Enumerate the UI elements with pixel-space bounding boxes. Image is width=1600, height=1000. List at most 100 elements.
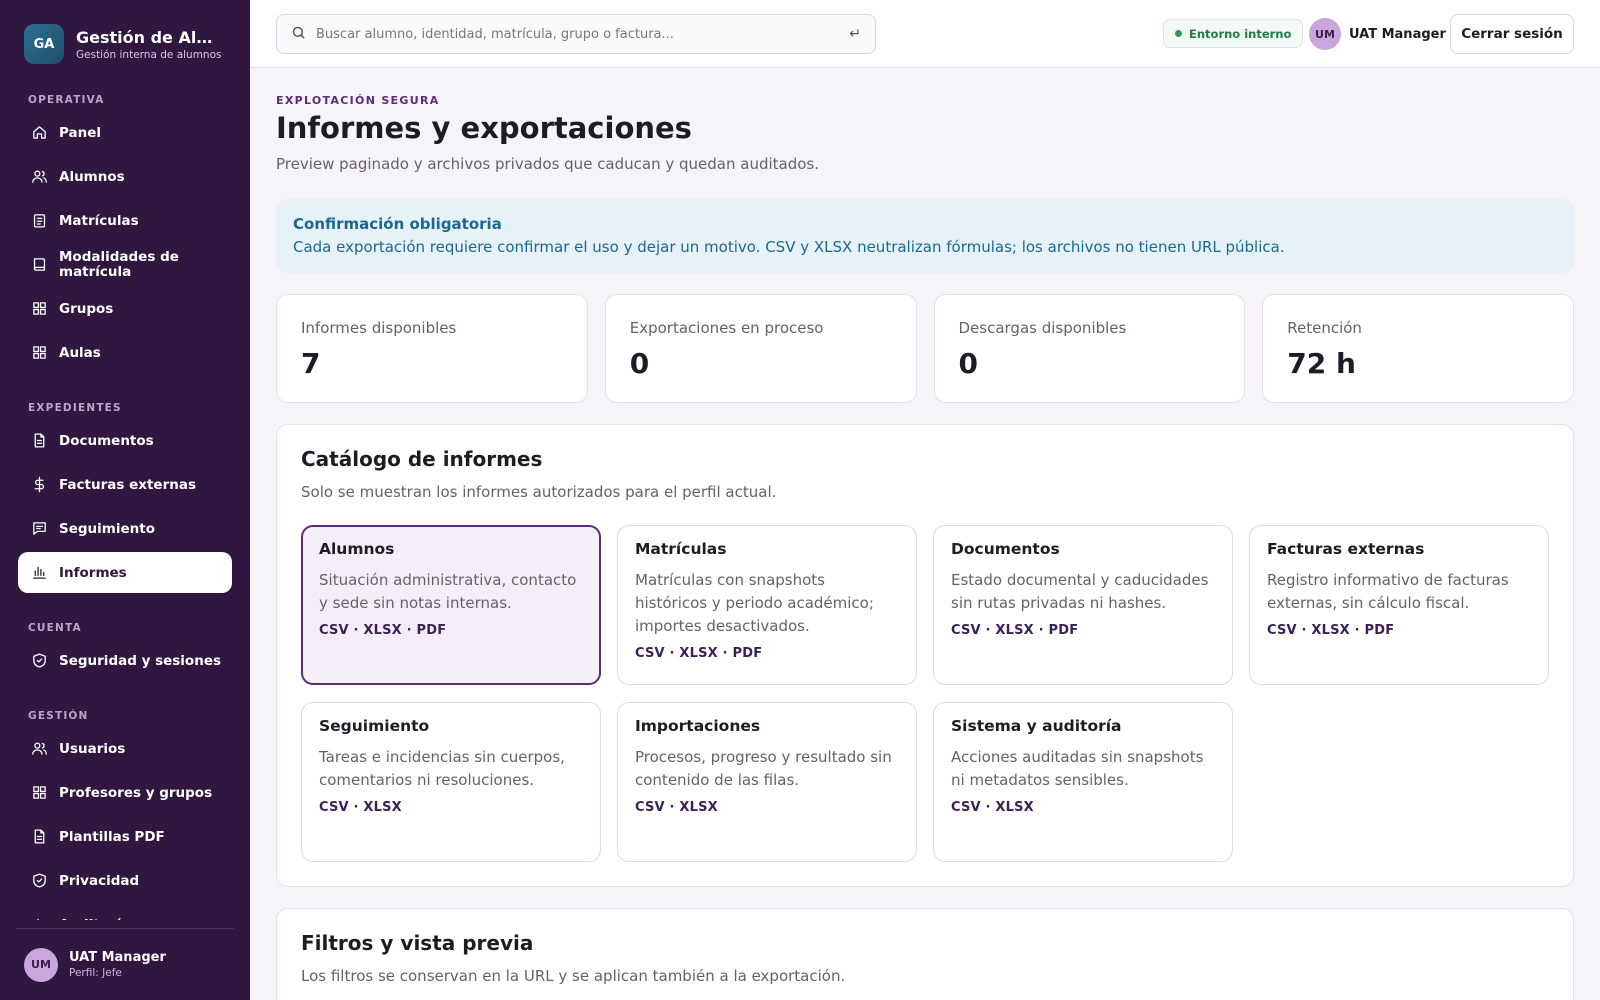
report-cards: Alumnos Situación administrativa, contact… (301, 525, 1549, 862)
filters-subtitle: Los filtros se conservan en la URL y se … (301, 967, 846, 985)
sidebar-item-privacidad[interactable]: Privacidad (18, 860, 232, 901)
search-box[interactable]: ↵ (276, 14, 876, 54)
sidebar-item-usuarios[interactable]: Usuarios (18, 728, 232, 769)
stat-card: Exportaciones en proceso 0 (604, 294, 917, 403)
top-user-menu[interactable]: UM UAT Manager (1309, 18, 1446, 50)
stat-value: 0 (629, 347, 650, 380)
sidebar-item-label: Plantillas PDF (59, 828, 165, 845)
users-icon (30, 740, 48, 758)
sidebar-item-label: Facturas externas (59, 476, 196, 493)
report-card-title: Sistema y auditoría (951, 717, 1122, 735)
filters-title: Filtros y vista previa (301, 931, 534, 955)
sidebar: GA Gestión de Alumnos Gestión interna de… (0, 0, 250, 1000)
environment-label: Entorno interno (1189, 26, 1292, 41)
report-card-title: Documentos (951, 540, 1060, 558)
grid-icon (30, 784, 48, 802)
stat-label: Retención (1287, 319, 1362, 337)
shield-icon (30, 652, 48, 670)
clipboard-icon (30, 212, 48, 230)
report-card[interactable]: Importaciones Procesos, progreso y result… (617, 702, 917, 862)
sidebar-item-alumnos[interactable]: Alumnos (18, 156, 232, 197)
report-card[interactable]: Matrículas Matrículas con snapshots histó… (617, 525, 917, 685)
sidebar-item-auditoria[interactable]: Auditoría (18, 904, 232, 920)
stat-label: Informes disponibles (301, 319, 457, 337)
stats-row: Informes disponibles 7 Exportaciones en … (276, 294, 1574, 403)
report-card-title: Seguimiento (319, 717, 430, 735)
enter-icon: ↵ (849, 26, 861, 42)
nav-section-label: GESTIÓN (28, 710, 89, 722)
stat-label: Descargas disponibles (958, 319, 1127, 337)
status-dot-icon (1175, 30, 1182, 37)
search-icon (291, 25, 306, 44)
avatar: UM (24, 947, 58, 982)
report-card[interactable]: Sistema y auditoría Acciones auditadas si… (933, 702, 1233, 862)
report-card-title: Importaciones (635, 717, 761, 735)
report-card[interactable]: Seguimiento Tareas e incidencias sin cuer… (301, 702, 601, 862)
report-card-description: Situación administrativa, contacto y sed… (319, 571, 577, 612)
alert-text: Cada exportación requiere confirmar el u… (293, 238, 1285, 256)
sidebar-item-label: Grupos (59, 300, 114, 317)
topbar: ↵ Entorno interno UM UAT Manager Cerrar … (250, 0, 1600, 68)
grid-icon (30, 300, 48, 318)
sidebar-item-plantillas-pdf[interactable]: Plantillas PDF (18, 816, 232, 857)
filters-preview-panel: Filtros y vista previa Los filtros se co… (276, 908, 1574, 1000)
document-icon (30, 828, 48, 846)
report-card-title: Facturas externas (1267, 540, 1425, 558)
report-card[interactable]: Documentos Estado documental y caducidade… (933, 525, 1233, 685)
sidebar-item-label: Documentos (59, 432, 154, 449)
brand-logo: GA (24, 24, 64, 64)
nav-section-label: CUENTA (28, 622, 82, 634)
report-card-title: Matrículas (635, 540, 727, 558)
nav-section-label: OPERATIVA (28, 94, 105, 106)
top-user-name: UAT Manager (1349, 26, 1446, 42)
sidebar-item-profesores-y-grupos[interactable]: Profesores y grupos (18, 772, 232, 813)
sidebar-item-label: Seguridad y sesiones (59, 652, 222, 669)
book-icon (30, 256, 48, 274)
catalog-title: Catálogo de informes (301, 447, 543, 471)
report-card-description: Acciones auditadas sin snapshots ni meta… (951, 748, 1204, 789)
logout-button[interactable]: Cerrar sesión (1450, 14, 1574, 54)
report-card-formats: CSV · XLSX (951, 800, 1034, 815)
environment-badge: Entorno interno (1163, 19, 1304, 48)
sidebar-item-seguimiento[interactable]: Seguimiento (18, 508, 232, 549)
sidebar-user[interactable]: UM UAT Manager Perfil: Jefe (16, 928, 234, 1000)
report-card-formats: CSV · XLSX · PDF (635, 646, 763, 661)
sidebar-item-modalidades-de-matricula[interactable]: Modalidades de matrícula (18, 244, 232, 285)
grid-icon (30, 344, 48, 362)
report-card-description: Estado documental y caducidades sin ruta… (951, 571, 1209, 612)
sidebar-user-name: UAT Manager (69, 950, 166, 965)
sidebar-user-role: Perfil: Jefe (69, 967, 122, 979)
brand[interactable]: GA Gestión de Alumnos Gestión interna de… (24, 24, 221, 64)
message-icon (30, 520, 48, 538)
report-card[interactable]: Facturas externas Registro informativo de… (1249, 525, 1549, 685)
sidebar-item-label: Usuarios (59, 740, 126, 757)
brand-subtitle: Gestión interna de alumnos (76, 48, 222, 61)
search-input[interactable] (316, 26, 850, 42)
shield-icon (30, 872, 48, 890)
stat-value: 7 (301, 347, 321, 380)
sidebar-item-facturas-externas[interactable]: Facturas externas (18, 464, 232, 505)
sidebar-item-label: Panel (59, 124, 102, 141)
sidebar-nav: OPERATIVA Panel Alumnos Matrículas Modalidad… (18, 88, 232, 920)
sidebar-item-label: Aulas (59, 344, 101, 361)
sidebar-item-matriculas[interactable]: Matrículas (18, 200, 232, 241)
sidebar-item-informes[interactable]: Informes (18, 552, 232, 593)
sidebar-item-grupos[interactable]: Grupos (18, 288, 232, 329)
report-card[interactable]: Alumnos Situación administrativa, contact… (301, 525, 601, 685)
sidebar-item-label: Profesores y grupos (59, 784, 213, 801)
page-title: Informes y exportaciones (276, 111, 692, 145)
sidebar-item-seguridad-y-sesiones[interactable]: Seguridad y sesiones (18, 640, 232, 681)
home-icon (30, 124, 48, 142)
sidebar-item-aulas[interactable]: Aulas (18, 332, 232, 373)
report-card-description: Matrículas con snapshots históricos y pe… (635, 571, 874, 635)
report-card-formats: CSV · XLSX (635, 800, 718, 815)
sidebar-item-panel[interactable]: Panel (18, 112, 232, 153)
report-card-description: Registro informativo de facturas externa… (1267, 571, 1509, 612)
dollar-icon (30, 476, 48, 494)
avatar: UM (1309, 18, 1341, 50)
bar-chart-icon (30, 564, 48, 582)
document-icon (30, 432, 48, 450)
sidebar-item-documentos[interactable]: Documentos (18, 420, 232, 461)
main-content: EXPLOTACIÓN SEGURA Informes y exportacio… (276, 68, 1574, 1000)
stat-label: Exportaciones en proceso (629, 319, 824, 337)
